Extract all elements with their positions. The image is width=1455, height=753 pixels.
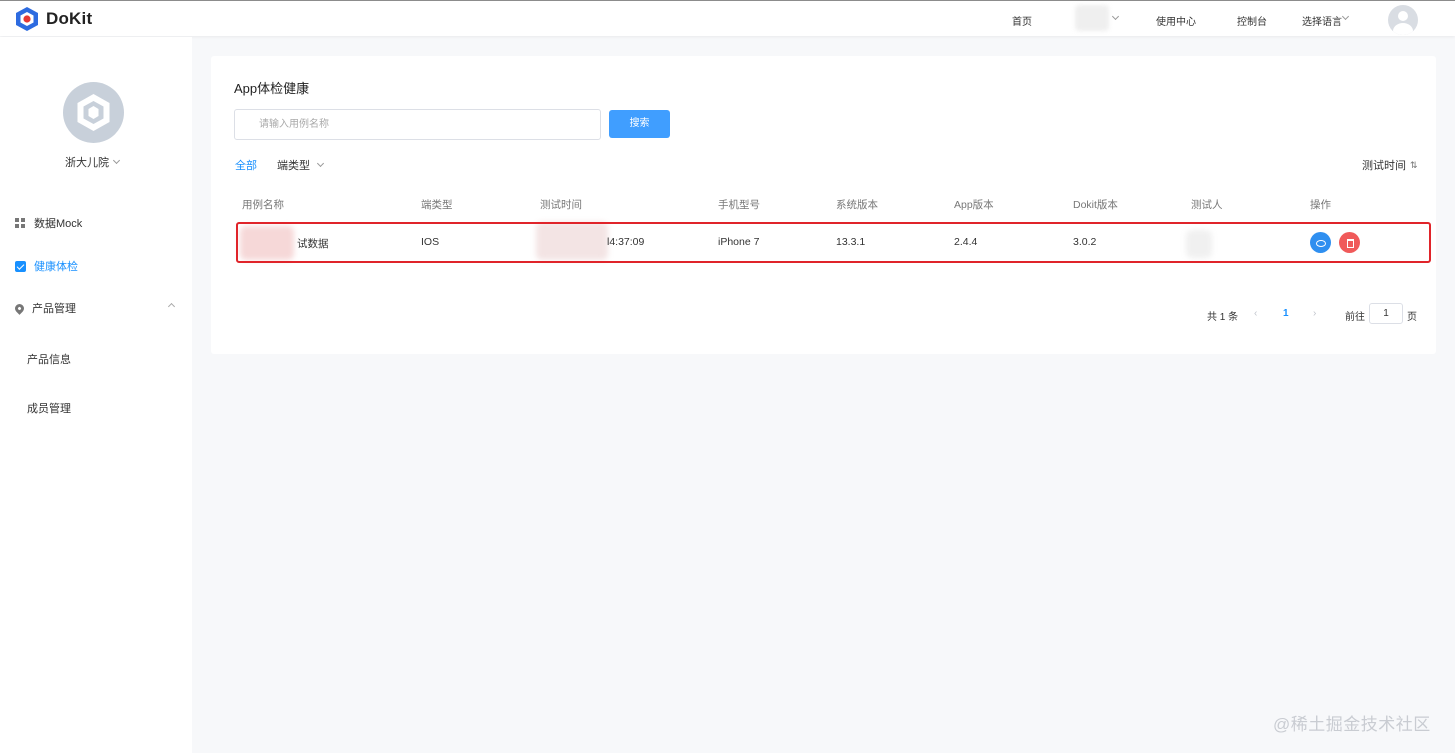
sidebar-item-data-mock[interactable]: 数据Mock [15,215,82,231]
sort-icon: ⇅ [1410,159,1418,170]
user-avatar[interactable] [1388,5,1418,35]
page-title: App体检健康 [234,81,310,96]
search-button[interactable]: 搜索 [609,110,670,138]
column-header: 系统版本 [836,199,878,211]
pagination-total: 共 1 条 [1207,312,1239,323]
column-header: 手机型号 [718,199,760,211]
chevron-down-icon[interactable] [1341,12,1350,21]
sidebar-subitem-members[interactable]: 成员管理 [27,400,71,416]
nav-home[interactable]: 首页 [1012,13,1032,28]
prev-page-icon[interactable]: ‹ [1254,308,1257,319]
column-header: 用例名称 [242,199,284,211]
filter-platform-type[interactable]: 端类型 [277,157,325,173]
view-eye-icon[interactable] [1310,232,1331,253]
cell-platform: IOS [421,236,440,248]
nav-console[interactable]: 控制台 [1237,13,1267,28]
column-header: 测试人 [1191,199,1223,211]
nav-language-select[interactable]: 选择语言 [1302,13,1342,28]
brand-name: DoKit [46,9,93,28]
nav-user-center[interactable]: 使用中心 [1156,13,1196,28]
org-logo-icon [77,94,110,131]
org-name: 浙大儿院 [65,157,109,169]
sort-by-time[interactable]: 测试时间 ⇅ [1362,157,1418,173]
search-input[interactable]: 请输入用例名称 [234,109,601,140]
location-pin-icon [13,301,26,315]
checkbox-icon [15,260,26,272]
sidebar: 浙大儿院 数据Mock 健康体检 产品管理 产品信息 成员管理 [0,37,192,753]
sidebar-item-label: 产品管理 [32,303,76,315]
pagination-page-suffix: 页 [1407,312,1417,323]
column-header: Dokit版本 [1073,199,1118,211]
column-header: 操作 [1310,199,1331,211]
grid-icon [15,217,26,229]
content-card [211,56,1436,354]
watermark: @稀土掘金技术社区 [1273,715,1431,734]
cell-case-name: 试数据 [297,238,329,250]
sidebar-item-label: 数据Mock [34,218,83,230]
table-row[interactable] [236,222,1431,263]
cell-test-time: l4:37:09 [607,236,645,248]
filter-all-tab[interactable]: 全部 [235,157,257,173]
sidebar-subitem-product-info[interactable]: 产品信息 [27,351,71,367]
pagination-page[interactable]: 1 [1283,308,1289,319]
pagination-goto-label: 前往 [1345,312,1365,323]
pagination-goto-input[interactable]: 1 [1369,303,1403,324]
chevron-down-icon [112,156,121,165]
sidebar-item-health-check[interactable]: 健康体检 [15,258,78,274]
column-header: 测试时间 [540,199,582,211]
cell-app-version: 2.4.4 [954,236,978,248]
chevron-up-icon[interactable] [167,302,176,311]
brand-logo[interactable]: DoKit [14,6,92,32]
chevron-down-icon[interactable] [1111,12,1120,21]
column-header: App版本 [954,199,994,211]
org-switcher[interactable]: 浙大儿院 [65,154,121,170]
chevron-down-icon [316,159,325,168]
sort-label: 测试时间 [1362,160,1406,172]
top-header: DoKit 首页 使用中心 控制台 选择语言 [0,0,1455,36]
sidebar-item-label: 健康体检 [34,261,78,273]
org-avatar [63,82,124,143]
nav-redacted-item[interactable] [1075,5,1109,31]
column-header: 端类型 [421,199,453,211]
dokit-logo-icon [16,7,38,31]
cell-dokit-version: 3.0.2 [1073,236,1097,248]
cell-os-version: 13.3.1 [836,236,866,248]
delete-trash-icon[interactable] [1339,232,1360,253]
next-page-icon[interactable]: › [1313,308,1316,319]
sidebar-item-product-management[interactable]: 产品管理 [13,300,76,316]
filter-type-label: 端类型 [277,160,310,172]
cell-device: iPhone 7 [718,236,760,248]
